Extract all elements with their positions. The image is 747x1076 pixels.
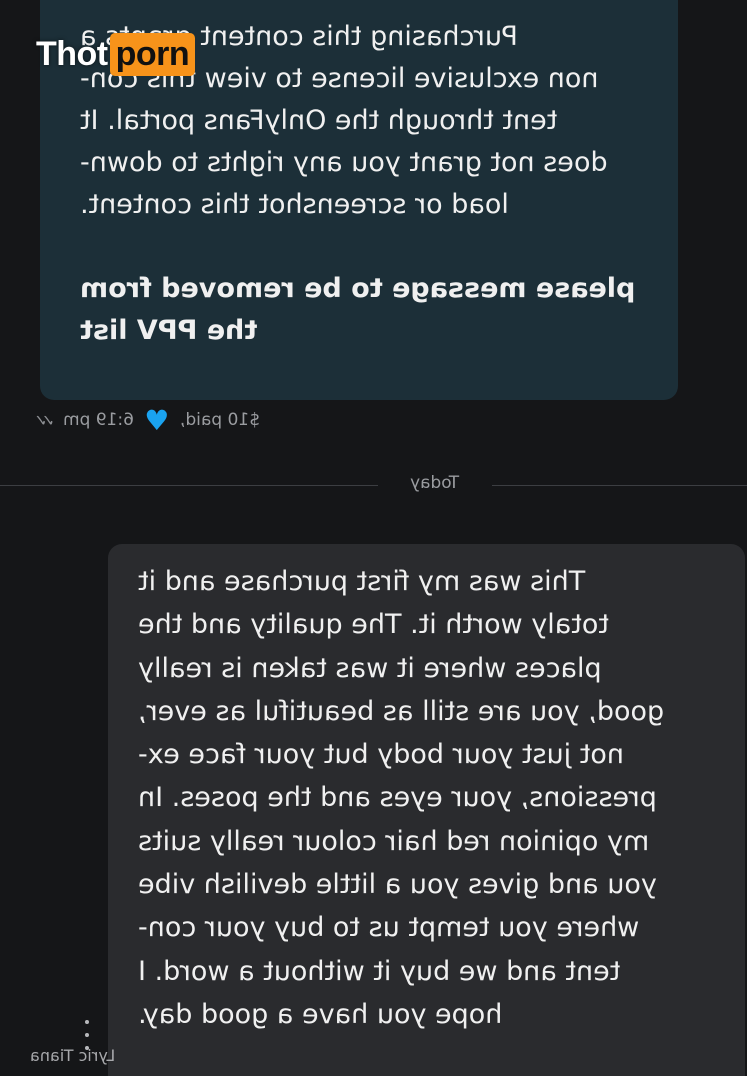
message-line: tent through the OnlyFans portal. It [80, 105, 558, 136]
message-meta: ✓✓ 6:19 pm ♥ $10 paid, [40, 402, 260, 438]
message-line: This was my first purchase and it [138, 566, 586, 597]
message-line: pressions, your eyes and the poses. In [138, 782, 657, 814]
message-line: places where it was taken is really [138, 652, 602, 684]
message-text: This was my first purchase and it totaly… [138, 560, 723, 1036]
heart-icon[interactable]: ♥ [142, 404, 172, 437]
logo-text-porn: porn [109, 32, 196, 76]
message-line-bold: the PPV list [80, 315, 258, 346]
sender-name: Lyric Tiana [29, 1046, 115, 1065]
message-line: load or screenshot this content. [80, 189, 509, 220]
message-line: hope you have a good day. [138, 998, 503, 1030]
message-bubble-outgoing[interactable]: This was my first purchase and it totaly… [108, 544, 745, 1076]
divider-line [0, 485, 378, 486]
divider-line [492, 485, 747, 486]
message-line: totaly worth it. The quality and the [138, 609, 609, 641]
message-time: 6:19 pm [62, 410, 134, 430]
message-line: does not grant you any rights to down- [80, 147, 608, 178]
logo-text-thot: Thot [36, 34, 108, 73]
message-line: you and gives you a little devilish vibe [138, 869, 657, 901]
message-line: my opinion red hair colour really suits [138, 825, 650, 857]
message-line-bold: please message to be removed from [80, 273, 636, 304]
price-paid: $10 paid, [179, 410, 260, 430]
message-line: not just your body but your face ex- [138, 739, 624, 771]
date-divider: Today [0, 473, 747, 493]
message-line: where you tempt us to buy your con- [138, 912, 640, 944]
message-line: good, you are still as beautiful as ever… [138, 695, 665, 727]
double-check-icon: ✓✓ [40, 410, 55, 430]
divider-label: Today [410, 473, 460, 493]
watermark-logo: Thot porn [36, 30, 196, 78]
message-line: tent and we buy it without a word. I [138, 955, 621, 987]
